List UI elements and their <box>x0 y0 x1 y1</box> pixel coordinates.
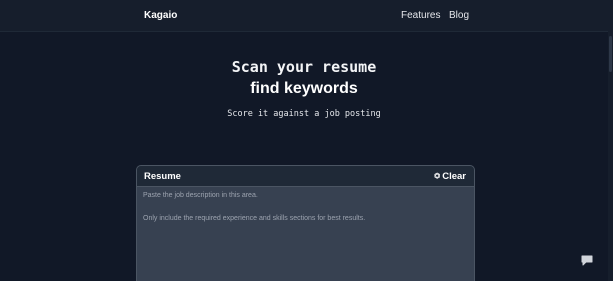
hero-title-line1: Scan your resume <box>231 58 377 76</box>
resume-card: Resume ⏣ Clear Paste the job description… <box>136 165 475 281</box>
resume-card-title: Resume <box>144 171 181 182</box>
hero-title-line2: find keywords <box>250 80 358 97</box>
top-navbar: Kagaio Features Blog <box>0 0 613 32</box>
eraser-icon: ⏣ <box>434 173 441 180</box>
brand-logo[interactable]: Kagaio <box>144 10 177 21</box>
nav-link-blog[interactable]: Blog <box>449 10 469 21</box>
resume-card-header: Resume ⏣ Clear <box>137 166 474 187</box>
page-scrollbar[interactable] <box>608 0 613 281</box>
hero-subtitle: Score it against a job posting <box>227 109 381 119</box>
textarea-placeholder-line-2: Only include the required experience and… <box>143 215 366 222</box>
textarea-placeholder-line-1: Paste the job description in this area. <box>143 192 258 199</box>
nav-link-features[interactable]: Features <box>401 10 440 21</box>
chat-bubble-icon[interactable] <box>581 253 593 266</box>
resume-textarea[interactable] <box>137 187 474 281</box>
clear-button-label: Clear <box>442 171 466 182</box>
scrollbar-thumb[interactable] <box>609 36 612 72</box>
clear-button[interactable]: ⏣ Clear <box>434 170 466 183</box>
